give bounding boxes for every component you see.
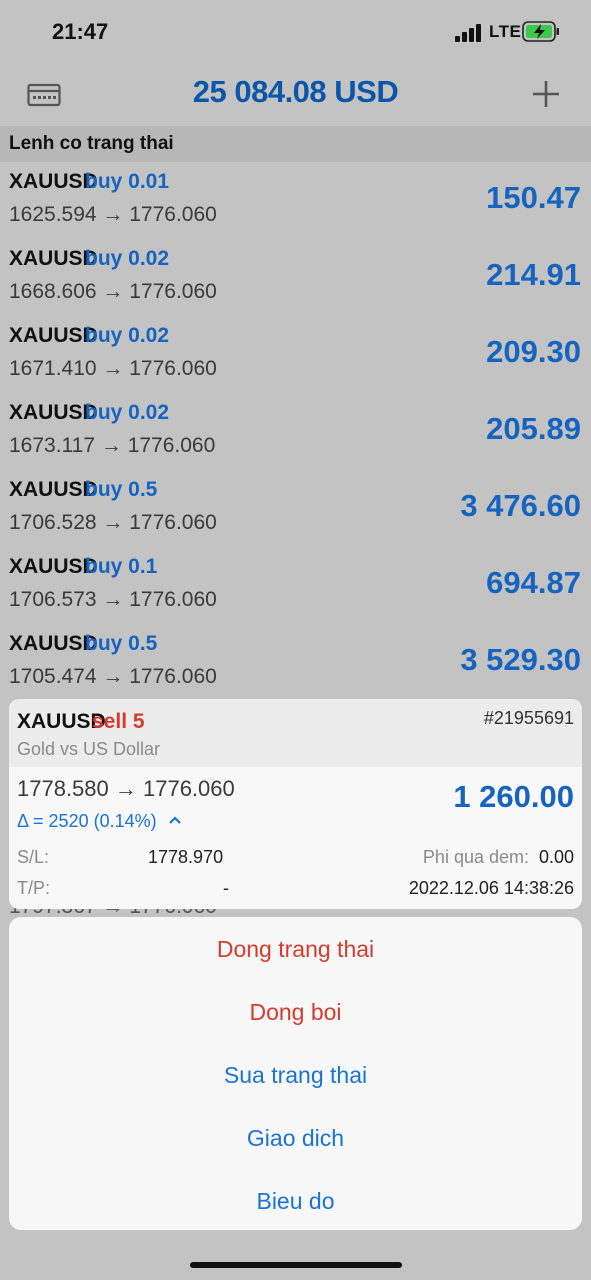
open-time: 2022.12.06 14:38:26	[408, 878, 574, 898]
position-prices: 1625.594 → 1776.060	[9, 203, 217, 226]
position-side: buy 0.5	[85, 632, 158, 655]
position-profit: 214.91	[486, 257, 581, 292]
section-header: Lenh co trang thai	[0, 126, 591, 162]
position-row[interactable]: XAUUSD buy 0.1 1706.573 → 1776.060 694.8…	[0, 547, 591, 624]
selected-prices: 1778.580 → 1776.060	[17, 776, 235, 801]
position-row[interactable]: XAUUSD buy 0.02 1668.606 → 1776.060 214.…	[0, 239, 591, 316]
selected-delta: Δ = 2520 (0.14%)	[17, 811, 157, 831]
position-prices: 1671.410 → 1776.060	[9, 357, 217, 380]
swap-label: Phi qua dem:	[422, 847, 529, 867]
position-prices: 1705.474 → 1776.060	[9, 665, 217, 688]
trade-button[interactable]: Giao dich	[9, 1125, 582, 1152]
selected-profit: 1 260.00	[453, 779, 574, 814]
position-profit: 3 529.30	[460, 642, 581, 677]
selected-description: Gold vs US Dollar	[17, 739, 161, 759]
position-side: buy 0.02	[85, 247, 170, 270]
position-side: buy 0.1	[85, 555, 158, 578]
selected-position-header: XAUUSD sell 5 #21955691 Gold vs US Dolla…	[9, 699, 582, 767]
position-side: buy 0.02	[85, 401, 170, 424]
status-bar: 21:47 LTE	[0, 0, 591, 64]
close-position-button[interactable]: Dong trang thai	[9, 936, 582, 963]
sl-label: S/L:	[17, 847, 50, 867]
position-profit: 3 476.60	[460, 488, 581, 523]
cellular-signal-icon	[455, 24, 485, 42]
selected-side: sell 5	[92, 710, 145, 733]
chart-button[interactable]: Bieu do	[9, 1188, 582, 1215]
position-side: buy 0.5	[85, 478, 158, 501]
action-sheet: Dong trang thai Dong boi Sua trang thai …	[9, 917, 582, 1230]
section-title: Lenh co trang thai	[9, 133, 174, 154]
selected-ticket: #21955691	[483, 708, 574, 728]
position-side: buy 0.01	[85, 170, 170, 193]
position-profit: 205.89	[486, 411, 581, 446]
position-prices: 1673.117 → 1776.060	[9, 434, 216, 457]
position-row[interactable]: XAUUSD buy 0.02 1673.117 → 1776.060 205.…	[0, 393, 591, 470]
selected-position-card: XAUUSD sell 5 #21955691 Gold vs US Dolla…	[9, 699, 582, 909]
position-row[interactable]: XAUUSD buy 0.02 1671.410 → 1776.060 209.…	[0, 316, 591, 393]
position-row[interactable]: XAUUSD buy 0.5 1705.474 → 1776.060 3 529…	[0, 624, 591, 701]
chevron-up-icon[interactable]	[169, 816, 181, 824]
modify-position-button[interactable]: Sua trang thai	[9, 1062, 582, 1089]
battery-charging-icon	[522, 21, 559, 42]
position-prices: 1706.573 → 1776.060	[9, 588, 217, 611]
sl-value: 1778.970	[148, 847, 224, 867]
position-prices: 1668.606 → 1776.060	[9, 280, 217, 303]
tp-label: T/P:	[17, 878, 51, 898]
add-order-icon[interactable]	[530, 78, 562, 110]
top-bar: 25 084.08 USD	[0, 64, 591, 126]
account-balance: 25 084.08 USD	[192, 74, 399, 109]
position-profit: 150.47	[486, 180, 581, 215]
network-type: LTE	[489, 22, 522, 41]
home-indicator[interactable]	[190, 1262, 402, 1268]
close-by-button[interactable]: Dong boi	[9, 999, 582, 1026]
position-row[interactable]: XAUUSD buy 0.01 1625.594 → 1776.060 150.…	[0, 162, 591, 239]
position-profit: 694.87	[486, 565, 581, 600]
position-profit: 209.30	[486, 334, 581, 369]
tp-value: -	[223, 878, 229, 898]
position-side: buy 0.02	[85, 324, 170, 347]
position-prices: 1706.528 → 1776.060	[9, 511, 217, 534]
status-time: 21:47	[52, 19, 109, 44]
position-row[interactable]: XAUUSD buy 0.5 1706.528 → 1776.060 3 476…	[0, 470, 591, 547]
swap-value: 0.00	[538, 847, 574, 867]
